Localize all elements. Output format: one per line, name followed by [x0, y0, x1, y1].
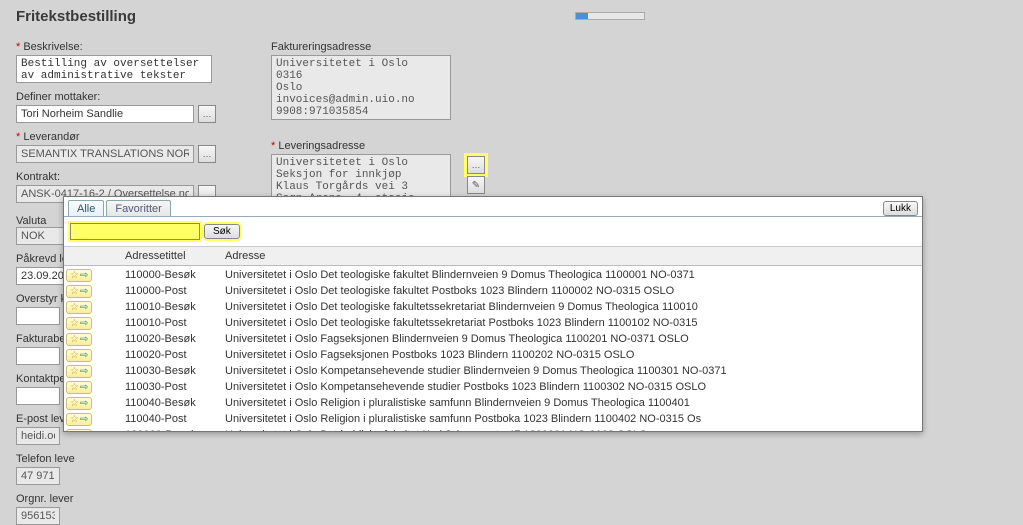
leverandor-lookup-button[interactable]: …	[198, 145, 216, 163]
favorite-icon[interactable]: ☆⇨	[66, 429, 92, 432]
cell-adressetittel: 110000-Besøk	[119, 267, 219, 283]
table-row[interactable]: ☆⇨ 110040-BesøkUniversitetet i Oslo Relig…	[64, 395, 922, 411]
table-row[interactable]: ☆⇨ 110020-PostUniversitetet i Oslo Fagsek…	[64, 347, 922, 363]
cell-adressetittel: 110020-Besøk	[119, 331, 219, 347]
levering-edit-button[interactable]: ✎	[467, 176, 485, 194]
table-row[interactable]: ☆⇨ 120000-BesøkUniversitetet i Oslo Det j…	[64, 427, 922, 431]
table-row[interactable]: ☆⇨ 110000-BesøkUniversitetet i Oslo Det t…	[64, 267, 922, 283]
address-lookup-dialog: Alle Favoritter Lukk Søk Adressetittel A…	[63, 196, 923, 432]
cell-adresse: Universitetet i Oslo Det teologiske faku…	[219, 267, 922, 283]
cell-adresse: Universitetet i Oslo Religion i pluralis…	[219, 395, 922, 411]
label-fakturering: Faktureringsadresse	[271, 41, 481, 53]
label-telefon: Telefon leve	[16, 453, 231, 465]
levering-lookup-button[interactable]: …	[467, 156, 485, 174]
col-header-title[interactable]: Adressetittel	[119, 247, 219, 266]
label-orgnr: Orgnr. lever	[16, 493, 231, 505]
kontaktpers-input[interactable]	[16, 387, 60, 405]
table-row[interactable]: ☆⇨ 110020-BesøkUniversitetet i Oslo Fagse…	[64, 331, 922, 347]
cell-adresse: Universitetet i Oslo Det teologiske faku…	[219, 283, 922, 299]
favorite-icon[interactable]: ☆⇨	[66, 397, 92, 410]
table-row[interactable]: ☆⇨ 110000-PostUniversitetet i Oslo Det te…	[64, 283, 922, 299]
label-leverandor: Leverandør	[16, 131, 231, 143]
col-header-fav	[64, 247, 119, 266]
cell-adressetittel: 110030-Post	[119, 379, 219, 395]
orgnr-input	[16, 507, 60, 525]
col-header-addr[interactable]: Adresse	[219, 247, 904, 266]
fakturering-textarea	[271, 55, 451, 120]
cell-adresse: Universitetet i Oslo Fagseksjonen Blinde…	[219, 331, 922, 347]
cell-adresse: Universitetet i Oslo Det teologiske faku…	[219, 315, 922, 331]
fakturabeh-input[interactable]	[16, 347, 60, 365]
label-kontrakt: Kontrakt:	[16, 171, 231, 183]
cell-adresse: Universitetet i Oslo Kompetansehevende s…	[219, 363, 922, 379]
overstyr-input[interactable]	[16, 307, 60, 325]
favorite-icon[interactable]: ☆⇨	[66, 317, 92, 330]
table-row[interactable]: ☆⇨ 110030-BesøkUniversitetet i Oslo Kompe…	[64, 363, 922, 379]
cell-adressetittel: 110010-Besøk	[119, 299, 219, 315]
mottaker-input[interactable]	[16, 105, 194, 123]
table-row[interactable]: ☆⇨ 110040-PostUniversitetet i Oslo Religi…	[64, 411, 922, 427]
cell-adressetittel: 110040-Besøk	[119, 395, 219, 411]
page-title: Fritekstbestilling	[0, 0, 1023, 35]
search-input[interactable]	[70, 223, 200, 240]
cell-adressetittel: 110010-Post	[119, 315, 219, 331]
address-table-scroll[interactable]: ☆⇨110000-BesøkUniversitetet i Oslo Det t…	[64, 267, 922, 431]
favorite-icon[interactable]: ☆⇨	[66, 381, 92, 394]
mottaker-lookup-button[interactable]: …	[198, 105, 216, 123]
telefon-input	[16, 467, 60, 485]
table-row[interactable]: ☆⇨ 110010-BesøkUniversitetet i Oslo Det t…	[64, 299, 922, 315]
favorite-icon[interactable]: ☆⇨	[66, 365, 92, 378]
cell-adresse: Universitetet i Oslo Religion i pluralis…	[219, 411, 922, 427]
cell-adresse: Universitetet i Oslo Kompetansehevende s…	[219, 379, 922, 395]
label-levering: Leveringsadresse	[271, 140, 481, 152]
label-mottaker: Definer mottaker:	[16, 91, 231, 103]
favorite-icon[interactable]: ☆⇨	[66, 301, 92, 314]
favorite-icon[interactable]: ☆⇨	[66, 269, 92, 282]
table-row[interactable]: ☆⇨ 110030-PostUniversitetet i Oslo Kompet…	[64, 379, 922, 395]
favorite-icon[interactable]: ☆⇨	[66, 333, 92, 346]
cell-adresse: Universitetet i Oslo Det teologiske faku…	[219, 299, 922, 315]
progress-bar	[575, 12, 645, 20]
close-button[interactable]: Lukk	[883, 201, 918, 216]
cell-adressetittel: 120000-Besøk	[119, 427, 219, 431]
cell-adressetittel: 110000-Post	[119, 283, 219, 299]
search-button[interactable]: Søk	[204, 224, 240, 239]
tab-favoritter[interactable]: Favoritter	[106, 200, 170, 217]
favorite-icon[interactable]: ☆⇨	[66, 349, 92, 362]
cell-adressetittel: 110040-Post	[119, 411, 219, 427]
leverandor-input	[16, 145, 194, 163]
favorite-icon[interactable]: ☆⇨	[66, 285, 92, 298]
cell-adresse: Universitetet i Oslo Fagseksjonen Postbo…	[219, 347, 922, 363]
cell-adresse: Universitetet i Oslo Det juridiske fakul…	[219, 427, 922, 431]
table-row[interactable]: ☆⇨ 110010-PostUniversitetet i Oslo Det te…	[64, 315, 922, 331]
label-beskrivelse: Beskrivelse:	[16, 41, 231, 53]
favorite-icon[interactable]: ☆⇨	[66, 413, 92, 426]
cell-adressetittel: 110030-Besøk	[119, 363, 219, 379]
tab-alle[interactable]: Alle	[68, 200, 104, 217]
epost-input	[16, 427, 60, 445]
cell-adressetittel: 110020-Post	[119, 347, 219, 363]
beskrivelse-input[interactable]	[16, 55, 212, 83]
